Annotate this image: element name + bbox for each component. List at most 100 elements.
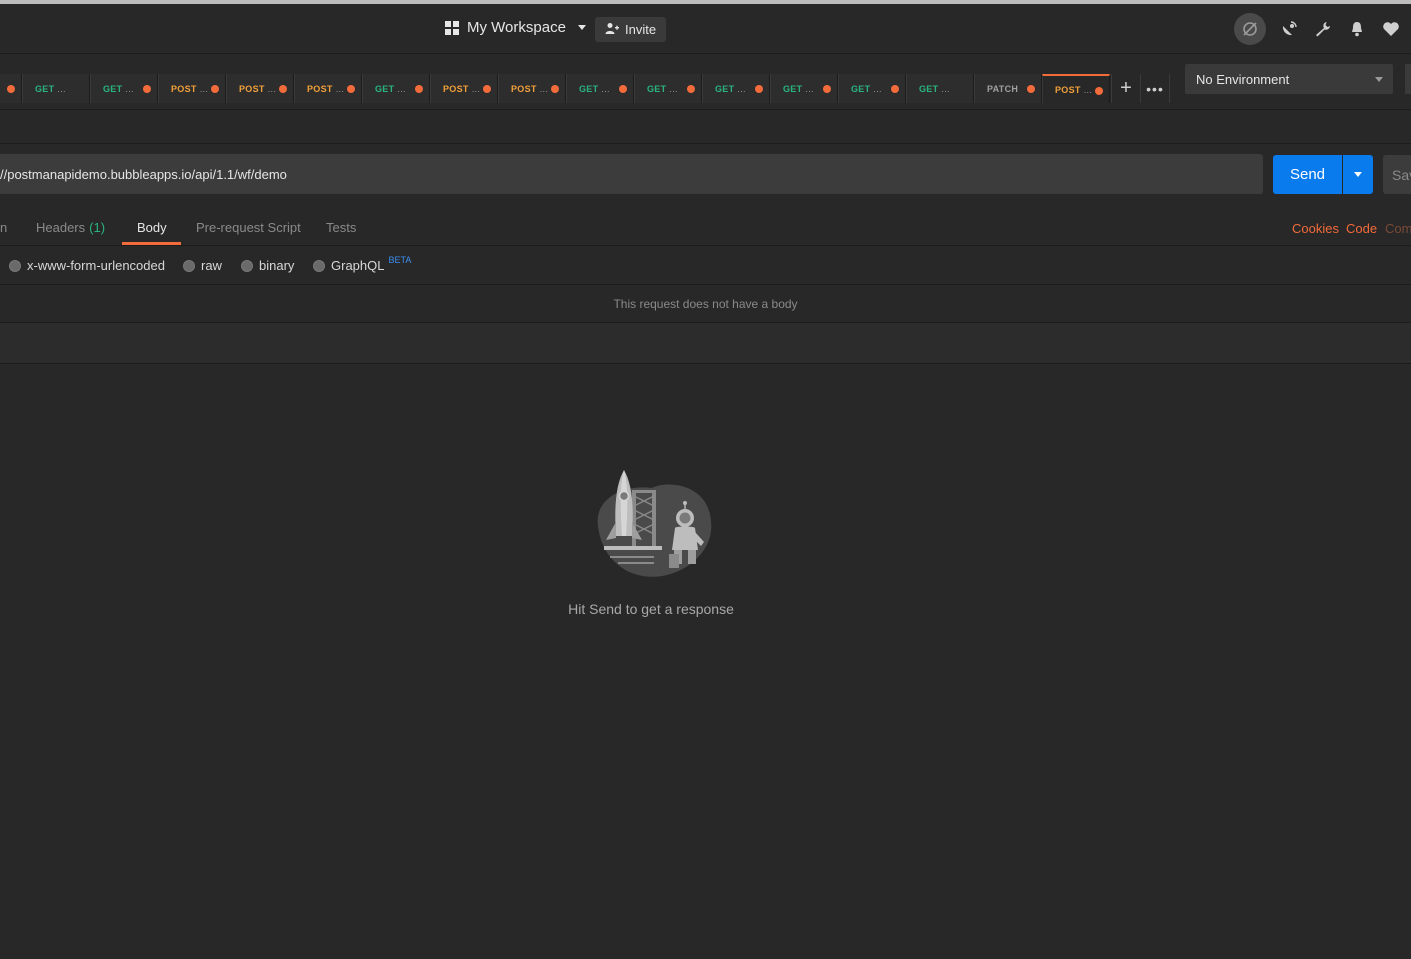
new-tab-button[interactable]: +	[1111, 74, 1140, 103]
unsaved-dot-icon	[755, 85, 763, 93]
request-method-label: GET	[375, 83, 395, 94]
request-name-truncated: ...	[199, 83, 209, 94]
invite-button[interactable]: Invite	[595, 17, 667, 42]
empty-body-message: This request does not have a body	[0, 285, 1411, 323]
request-name-truncated: ...	[335, 83, 345, 94]
url-input[interactable]: //postmanapidemo.bubbleapps.io/api/1.1/w…	[0, 154, 1263, 194]
body-type-urlencoded[interactable]: x-www-form-urlencoded	[9, 258, 165, 273]
request-tab[interactable]: GET...	[906, 74, 974, 103]
unsaved-dot-icon	[415, 85, 423, 93]
radio-button[interactable]	[313, 259, 325, 272]
request-tab[interactable]: PATCH	[974, 74, 1042, 103]
environment-label: No Environment	[1196, 71, 1290, 87]
request-tab[interactable]: GET...	[566, 74, 634, 103]
request-tab[interactable]: POST...	[430, 74, 498, 103]
request-tab[interactable]: POST...	[158, 74, 226, 103]
body-type-label: raw	[201, 258, 222, 273]
request-name-truncated: ...	[267, 83, 277, 94]
request-method-label: GET	[35, 83, 55, 94]
chevron-down-icon	[1375, 77, 1383, 82]
request-method-label: POST	[239, 83, 265, 94]
environment-select[interactable]: No Environment	[1185, 64, 1393, 94]
radio-button[interactable]	[241, 259, 253, 272]
comments-link[interactable]: Com	[1385, 221, 1411, 236]
request-method-label: POST	[307, 83, 333, 94]
response-header-bar	[0, 323, 1411, 364]
request-method-label: GET	[783, 83, 803, 94]
app-header: My Workspace Invite	[0, 4, 1411, 54]
headers-count-badge: (1)	[89, 220, 106, 235]
tab-list: GET...GET...GET...POST...POST...POST...G…	[0, 74, 1110, 103]
body-type-graphql[interactable]: GraphQL BETA	[313, 255, 411, 273]
tab-headers-label: Headers	[36, 220, 86, 235]
sync-off-icon[interactable]	[1234, 13, 1266, 45]
request-tab[interactable]: POST...	[498, 74, 566, 103]
request-method-label: POST	[1055, 84, 1081, 95]
satellite-icon[interactable]	[1278, 18, 1300, 40]
tab-params-partial[interactable]: n	[0, 220, 7, 235]
request-tab[interactable]: GET...	[702, 74, 770, 103]
rocket-astronaut-illustration	[590, 466, 714, 578]
request-tab[interactable]: GET...	[22, 74, 90, 103]
cookies-link[interactable]: Cookies	[1292, 221, 1339, 236]
tab-pre-request-script[interactable]: Pre-request Script	[196, 220, 301, 235]
send-button[interactable]: Send	[1273, 155, 1342, 194]
request-tab[interactable]: GET...	[362, 74, 430, 103]
request-tabs: n Headers (1) Body Pre-request Script Tes…	[0, 205, 1411, 246]
add-user-icon	[605, 22, 619, 38]
invite-label: Invite	[625, 22, 657, 37]
request-name-truncated: ...	[125, 83, 134, 94]
heart-icon[interactable]	[1380, 18, 1402, 40]
unsaved-dot-icon	[483, 85, 491, 93]
radio-button[interactable]	[9, 259, 21, 272]
request-method-label: GET	[579, 83, 599, 94]
request-tab[interactable]: GET...	[770, 74, 838, 103]
body-type-selector: x-www-form-urlencoded raw binary GraphQL…	[0, 246, 1411, 285]
request-tab[interactable]: GET...	[838, 74, 906, 103]
tab-options-button[interactable]: •••	[1140, 74, 1170, 103]
request-tab[interactable]: POST...	[226, 74, 294, 103]
request-tab[interactable]: GET...	[0, 74, 22, 103]
unsaved-dot-icon	[891, 85, 899, 93]
tab-headers[interactable]: Headers (1)	[36, 220, 105, 235]
empty-body-text: This request does not have a body	[613, 296, 798, 311]
unsaved-dot-icon	[1027, 85, 1035, 93]
request-name-truncated: ...	[1083, 84, 1093, 95]
unsaved-dot-icon	[7, 85, 15, 93]
save-button[interactable]: Sav	[1383, 155, 1411, 194]
request-name-bar	[0, 111, 1411, 144]
environment-quick-look-button[interactable]	[1405, 64, 1411, 94]
url-text: //postmanapidemo.bubbleapps.io/api/1.1/w…	[0, 166, 287, 182]
unsaved-dot-icon	[211, 85, 219, 93]
unsaved-dot-icon	[619, 85, 627, 93]
request-method-label: GET	[715, 83, 735, 94]
tab-tests[interactable]: Tests	[326, 220, 356, 235]
chevron-down-icon	[1354, 172, 1362, 177]
request-name-truncated: ...	[873, 83, 882, 94]
active-tab-indicator	[122, 242, 181, 245]
request-name-truncated: ...	[471, 83, 481, 94]
request-method-label: GET	[851, 83, 871, 94]
wrench-icon[interactable]	[1312, 18, 1334, 40]
request-name-truncated: ...	[57, 83, 66, 94]
grid-icon	[445, 20, 459, 35]
request-tab[interactable]: POST...	[1042, 74, 1110, 103]
tab-body[interactable]: Body	[137, 220, 167, 235]
body-type-label: x-www-form-urlencoded	[27, 258, 165, 273]
body-type-raw[interactable]: raw	[183, 258, 222, 273]
body-type-label: GraphQL	[331, 258, 385, 273]
radio-button[interactable]	[183, 259, 195, 272]
unsaved-dot-icon	[347, 85, 355, 93]
request-tab[interactable]: GET...	[90, 74, 158, 103]
body-type-binary[interactable]: binary	[241, 258, 294, 273]
bell-icon[interactable]	[1346, 18, 1368, 40]
code-link[interactable]: Code	[1346, 221, 1377, 236]
workspace-switcher[interactable]: My Workspace	[445, 19, 586, 36]
request-tab[interactable]: GET...	[634, 74, 702, 103]
unsaved-dot-icon	[551, 85, 559, 93]
request-tab[interactable]: POST...	[294, 74, 362, 103]
request-method-label: PATCH	[987, 83, 1019, 94]
unsaved-dot-icon	[279, 85, 287, 93]
request-name-truncated: ...	[397, 83, 406, 94]
send-options-button[interactable]	[1343, 155, 1373, 194]
